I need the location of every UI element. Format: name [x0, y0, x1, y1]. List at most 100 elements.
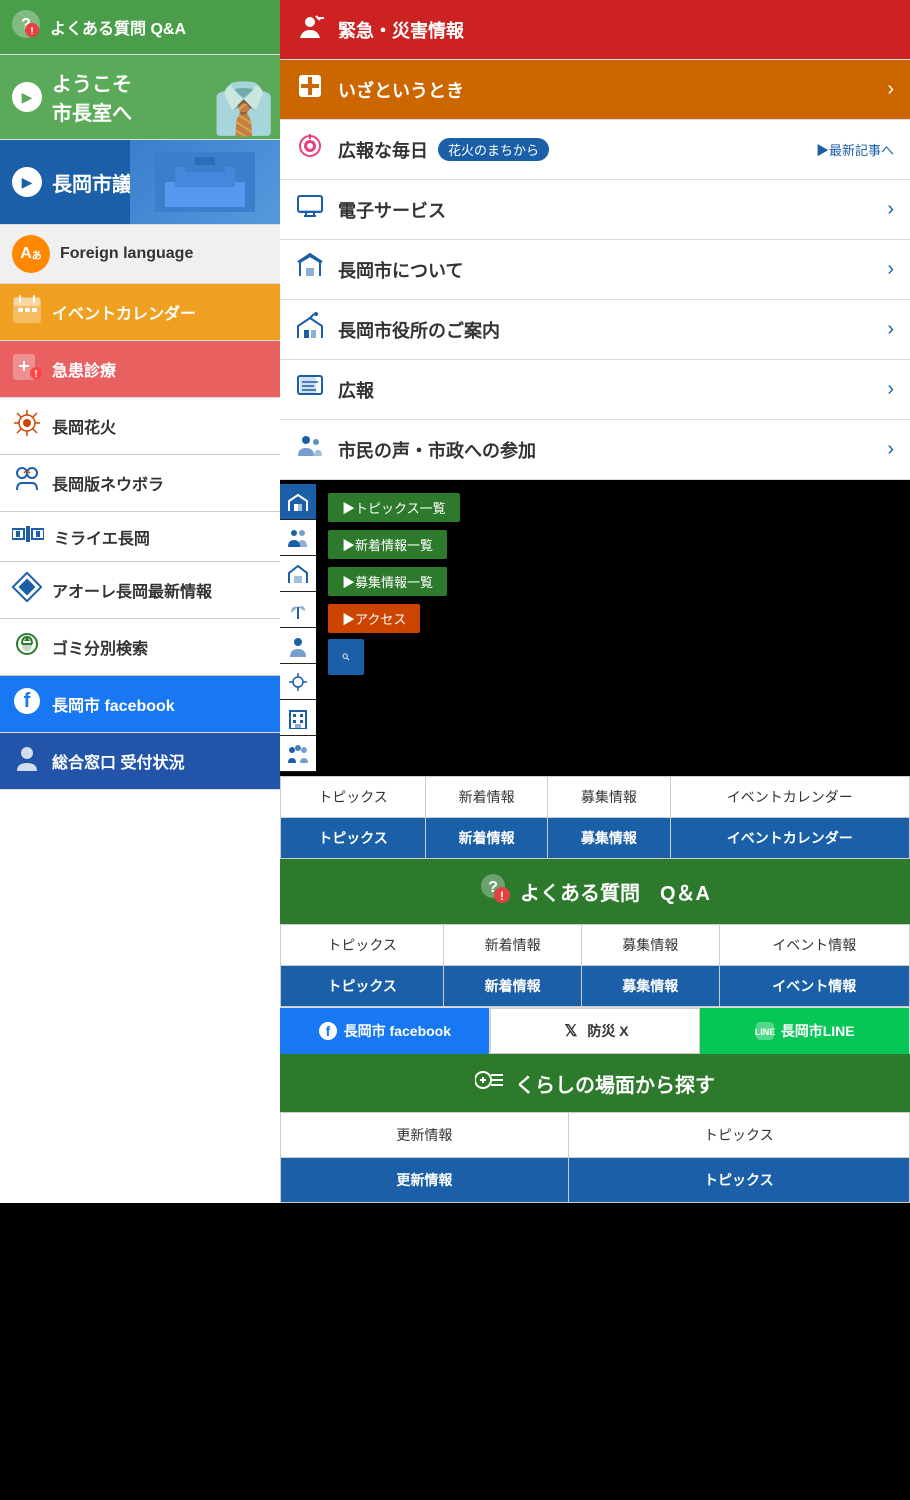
icon-bar-building[interactable]	[280, 700, 316, 736]
neubora-label: 長岡版ネウボラ	[52, 471, 164, 495]
izato-icon	[296, 72, 324, 107]
icon-bar-plant[interactable]	[280, 592, 316, 628]
kurashi-bar[interactable]: くらしの場面から探す	[280, 1054, 910, 1112]
sidebar-item-neubora[interactable]: 長岡版ネウボラ	[0, 455, 280, 512]
btd2[interactable]: トピックス	[568, 1158, 909, 1203]
access-btn[interactable]: ▶アクセス	[328, 604, 420, 633]
recruit-btn[interactable]: ▶募集情報一覧	[328, 567, 447, 596]
emergency-label: 緊急・災害情報	[338, 17, 464, 43]
bottom-table: 更新情報 トピックス 更新情報 トピックス	[280, 1112, 910, 1203]
t2d3[interactable]: 募集情報	[581, 966, 719, 1007]
topics-btn[interactable]: ▶トピックス一覧	[328, 493, 460, 522]
mayor-label2: 市長室へ	[52, 97, 132, 126]
t2h1[interactable]: トピックス	[281, 925, 444, 966]
city-hall-arrow: ›	[887, 318, 894, 341]
bth2[interactable]: トピックス	[568, 1113, 909, 1158]
t2h2[interactable]: 新着情報	[444, 925, 582, 966]
sidebar-item-emergency-med[interactable]: ! 急患診療	[0, 341, 280, 398]
svg-text:!: !	[34, 369, 37, 380]
sidebar-item-fireworks[interactable]: 長岡花火	[0, 398, 280, 455]
denshi-icon	[296, 192, 324, 227]
about-arrow: ›	[887, 258, 894, 281]
about-icon	[296, 252, 324, 287]
mini-menu-row2: ▶新着情報一覧	[324, 527, 902, 562]
nav-denshi[interactable]: 電子サービス ›	[280, 180, 910, 240]
sidebar-item-facebook[interactable]: f 長岡市 facebook	[0, 676, 280, 733]
madoguchi-label: 総合窓口 受付状況	[52, 749, 184, 773]
koho-latest[interactable]: ▶最新記事へ	[816, 140, 894, 159]
social-facebook[interactable]: f 長岡市 facebook	[280, 1008, 490, 1054]
sidebar-item-calendar[interactable]: イベントカレンダー	[0, 284, 280, 341]
nav-izato[interactable]: いざというとき ›	[280, 60, 910, 120]
mayor-play-icon: ▶	[12, 82, 42, 112]
sidebar-item-madoguchi[interactable]: 総合窓口 受付状況	[0, 733, 280, 790]
social-x[interactable]: 𝕏 防災 X	[490, 1008, 701, 1054]
sidebar-item-aore[interactable]: アオーレ長岡最新情報	[0, 562, 280, 619]
foreign-label: Foreign language	[60, 245, 193, 263]
t1h4[interactable]: イベントカレンダー	[670, 777, 909, 818]
social-line[interactable]: LINE 長岡市LINE	[700, 1008, 910, 1054]
sidebar-item-gomi[interactable]: ゴミ分別検索	[0, 619, 280, 676]
nav-city-hall[interactable]: 長岡市役所のご案内 ›	[280, 300, 910, 360]
t1d3[interactable]: 募集情報	[548, 818, 670, 859]
line-label: 長岡市LINE	[781, 1021, 855, 1041]
icon-bar-group[interactable]	[280, 736, 316, 772]
nav-about[interactable]: 長岡市について ›	[280, 240, 910, 300]
icon-bar-person2[interactable]	[280, 628, 316, 664]
sidebar-item-assembly[interactable]: ▶ 長岡市議会	[0, 140, 280, 225]
fb-label: 長岡市 facebook	[344, 1021, 451, 1041]
fireworks-label: 長岡花火	[52, 414, 116, 438]
qa-bar[interactable]: ? ! よくある質問 Q＆A	[280, 859, 910, 924]
t2h3[interactable]: 募集情報	[581, 925, 719, 966]
table2: トピックス 新着情報 募集情報 イベント情報 トピックス 新着情報 募集情報 イ…	[280, 924, 910, 1007]
btd1[interactable]: 更新情報	[281, 1158, 569, 1203]
t1h1[interactable]: トピックス	[281, 777, 426, 818]
t1h3[interactable]: 募集情報	[548, 777, 670, 818]
miraie-icon	[12, 524, 44, 550]
calendar-label: イベントカレンダー	[52, 300, 196, 324]
madoguchi-icon	[12, 743, 42, 779]
koho2-arrow: ›	[887, 378, 894, 401]
mini-menu-row5	[324, 639, 902, 675]
qa-bar-label: よくある質問 Q＆A	[520, 877, 710, 906]
x-label: 防災 X	[587, 1021, 628, 1041]
t2d4[interactable]: イベント情報	[719, 966, 909, 1007]
sidebar-item-qa[interactable]: ? ! よくある質問 Q&A	[0, 0, 280, 55]
nav-emergency[interactable]: 緊急・災害情報	[280, 0, 910, 60]
t1d4[interactable]: イベントカレンダー	[670, 818, 909, 859]
emergency-med-icon: !	[12, 351, 42, 387]
nav-shimin[interactable]: 市民の声・市政への参加 ›	[280, 420, 910, 480]
denshi-arrow: ›	[887, 198, 894, 221]
kurashi-label: くらしの場面から探す	[515, 1069, 715, 1098]
t2h4[interactable]: イベント情報	[719, 925, 909, 966]
aore-label: アオーレ長岡最新情報	[52, 578, 212, 602]
icon-bar-city[interactable]	[280, 484, 316, 520]
sidebar-item-mayor[interactable]: ▶ ようこそ 市長室へ 👔	[0, 55, 280, 140]
emergency-icon	[296, 12, 324, 47]
miraie-label: ミライエ長岡	[54, 525, 150, 549]
icon-bar-people[interactable]	[280, 520, 316, 556]
shimin-label: 市民の声・市政への参加	[338, 437, 536, 463]
sidebar-item-foreign[interactable]: Aあ Foreign language	[0, 225, 280, 284]
fireworks-icon	[12, 408, 42, 444]
qa-icon: ? !	[12, 10, 40, 44]
sidebar-item-miraie[interactable]: ミライエ長岡	[0, 512, 280, 562]
bottom-header-row: 更新情報 トピックス	[281, 1113, 910, 1158]
t1h2[interactable]: 新着情報	[426, 777, 548, 818]
nav-koho[interactable]: 広報な毎日 花火のまちから ▶最新記事へ	[280, 120, 910, 180]
search-btn[interactable]	[328, 639, 364, 675]
sidebar-qa-label: よくある質問 Q&A	[50, 15, 186, 39]
table1-header-row: トピックス 新着情報 募集情報 イベントカレンダー	[281, 777, 910, 818]
bth1[interactable]: 更新情報	[281, 1113, 569, 1158]
icon-bar-fireworks2[interactable]	[280, 664, 316, 700]
nav-koho2[interactable]: 広報 ›	[280, 360, 910, 420]
t1d2[interactable]: 新着情報	[426, 818, 548, 859]
new-btn[interactable]: ▶新着情報一覧	[328, 530, 447, 559]
svg-text:f: f	[24, 690, 31, 712]
t1d1[interactable]: トピックス	[281, 818, 426, 859]
mini-menu: ▶トピックス一覧 ▶新着情報一覧 ▶募集情報一覧 ▶アクセス	[316, 484, 910, 772]
mini-menu-row3: ▶募集情報一覧	[324, 564, 902, 599]
t2d1[interactable]: トピックス	[281, 966, 444, 1007]
icon-bar-home[interactable]	[280, 556, 316, 592]
t2d2[interactable]: 新着情報	[444, 966, 582, 1007]
